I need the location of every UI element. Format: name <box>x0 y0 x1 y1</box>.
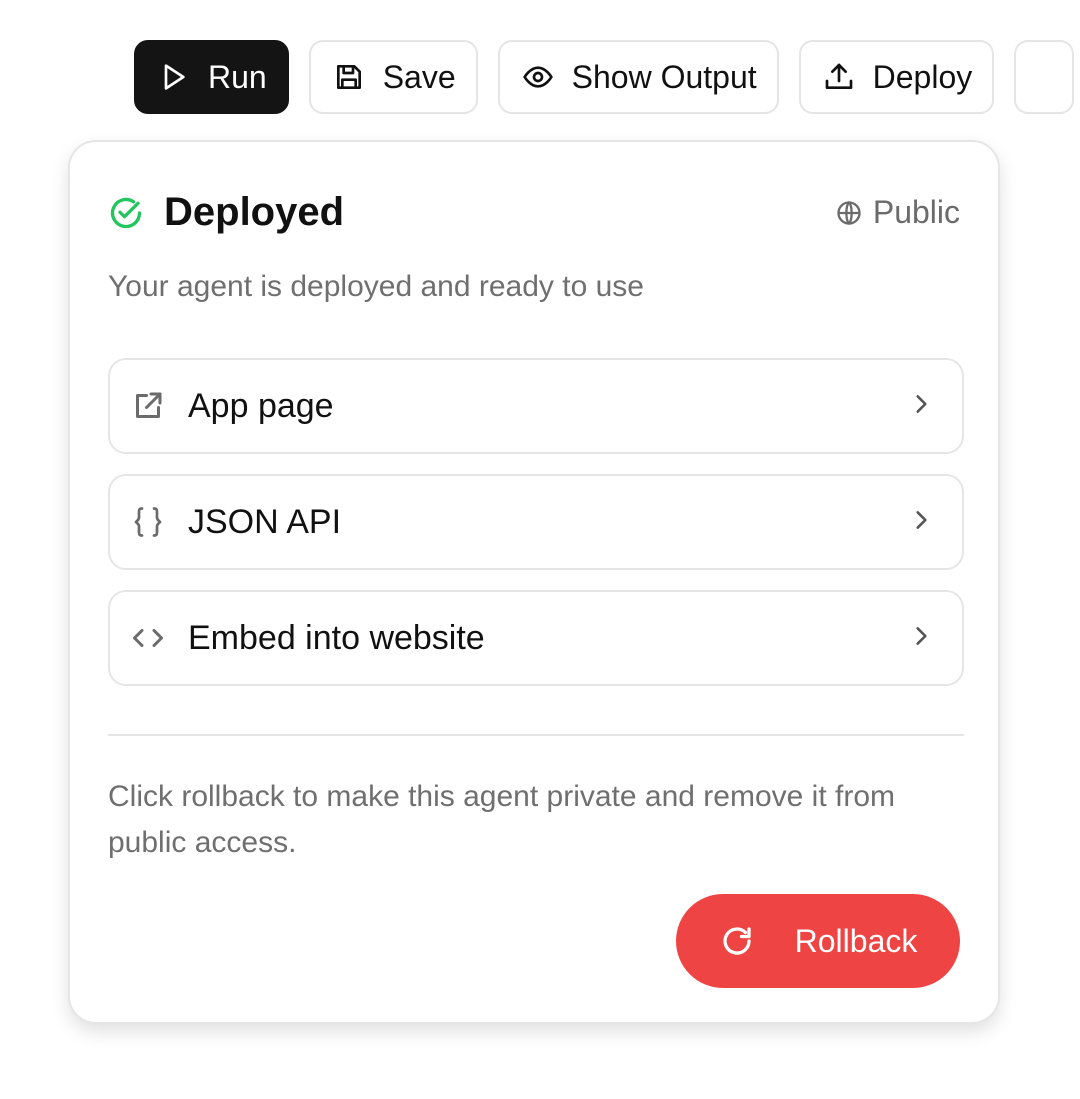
braces-icon <box>130 504 166 540</box>
deploy-panel: Deployed Public Your agent is deployed a… <box>68 140 1000 1024</box>
deploy-label: Deploy <box>872 58 973 95</box>
eye-icon <box>522 66 553 88</box>
upload-icon <box>825 63 852 89</box>
chevron-right-icon <box>908 507 934 538</box>
run-label: Run <box>208 58 267 95</box>
rollback-note: Click rollback to make this agent privat… <box>108 780 895 859</box>
deploy-button[interactable]: Deploy <box>798 40 995 114</box>
status-title: Deployed <box>164 190 345 234</box>
link-label: App page <box>188 386 334 425</box>
save-icon <box>336 65 361 89</box>
rollback-label: Rollback <box>794 922 918 959</box>
app-page-link[interactable]: App page <box>108 358 964 454</box>
refresh-icon <box>723 927 751 955</box>
toolbar: Run Save Show Output Deploy <box>134 40 1075 114</box>
status-subtitle: Your agent is deployed and ready to use <box>108 270 644 303</box>
divider <box>108 734 964 736</box>
embed-website-link[interactable]: Embed into website <box>108 590 964 686</box>
status-header: Deployed <box>108 190 344 235</box>
visibility-badge: Public <box>835 194 960 231</box>
link-label: Embed into website <box>188 618 485 657</box>
visibility-label: Public <box>872 194 960 230</box>
chevron-right-icon <box>908 623 934 654</box>
link-label: JSON API <box>188 502 342 541</box>
json-api-link[interactable]: JSON API <box>108 474 964 570</box>
show-output-button[interactable]: Show Output <box>497 40 779 114</box>
link-list: App page JSON API Embed into website <box>108 358 964 706</box>
check-circle-icon <box>110 197 142 228</box>
more-toolbar-button[interactable] <box>1014 40 1075 114</box>
play-icon <box>164 64 185 90</box>
save-button[interactable]: Save <box>308 40 478 114</box>
chevron-right-icon <box>908 391 934 422</box>
save-label: Save <box>382 58 456 95</box>
external-link-icon <box>130 388 166 424</box>
show-output-label: Show Output <box>571 58 757 95</box>
run-button[interactable]: Run <box>134 40 289 114</box>
code-icon <box>130 620 166 656</box>
rollback-button[interactable]: Rollback <box>676 894 960 988</box>
globe-icon <box>837 200 861 225</box>
